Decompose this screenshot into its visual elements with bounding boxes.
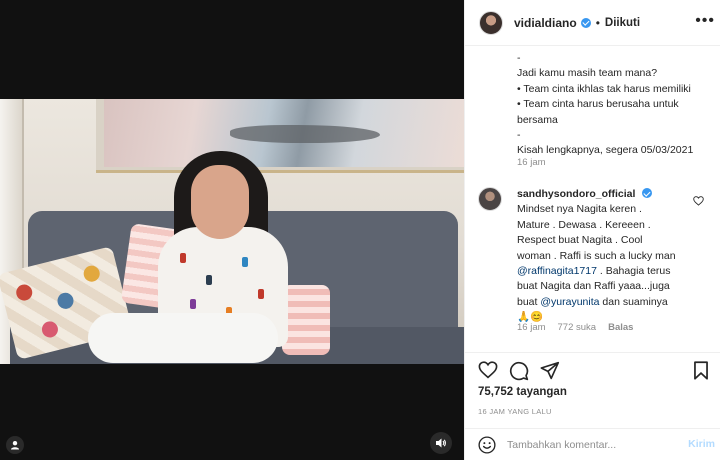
bookmark-icon-glyph [694,361,708,380]
follow-button[interactable]: Diikuti [605,17,640,29]
comment-line: Respect buat Nagita . Cool [517,234,643,247]
pillow-flower [55,291,76,311]
view-count[interactable]: 75,752 tayangan [478,386,567,398]
verified-badge-icon [580,17,591,28]
caption-timestamp[interactable]: 16 jam [517,157,546,168]
comment-icon-glyph [509,361,529,381]
comment-username[interactable]: sandhysondoro_official [517,188,635,200]
comment-body: sandhysondoro_official Mindset nya Nagit… [517,187,693,326]
mention-link[interactable]: @yurayunita [540,296,599,308]
user-icon[interactable] [6,436,24,454]
comment-line: Mature . Dewasa . Kereeen . [517,218,651,231]
verified-badge-icon [642,188,653,198]
comment-text: buat [517,295,541,308]
comment-line: @raffinagita1717 . Bahagia terus [517,264,693,279]
caption-line: • Team cinta harus berusaha untuk [517,98,679,111]
separator-dot: • [595,15,600,30]
emoji-icon-glyph [478,435,496,454]
person-face [191,165,249,239]
heart-outline-icon-glyph [693,196,704,206]
comment-timestamp[interactable]: 16 jam [517,322,546,333]
comment-text: . Bahagia terus [596,265,671,278]
avatar[interactable] [478,187,502,211]
send-button[interactable]: Kirim [688,438,715,450]
avatar[interactable] [479,10,503,35]
reply-button[interactable]: Balas [608,322,633,333]
shirt-print [206,275,212,285]
painting-stroke [230,125,380,143]
comments-area[interactable]: - Jadi kamu masih team mana? • Team cint… [465,47,720,352]
post-timestamp[interactable]: 16 JAM YANG LALU [478,407,552,416]
comment-line: Mindset nya Nagita keren . [517,203,642,216]
more-dots-icon[interactable]: ••• [695,13,715,29]
post-header: vidialdiano • Diikuti ••• [465,0,720,46]
comment-input[interactable] [507,434,683,455]
lap-pillow [88,313,278,363]
pillow-flower [81,263,102,284]
pillow-flower [14,282,34,303]
caption-line: - [517,52,521,64]
media-panel [0,0,464,460]
shirt-print [242,257,248,267]
comment-line: buat @yurayunita dan suaminya [517,295,693,310]
caption-line: - [517,129,521,142]
comment-line: woman . Raffi is such a lucky man [517,249,676,262]
comment-likes[interactable]: 772 suka [558,322,597,333]
comment-meta: 16 jam 772 suka Balas [517,322,633,333]
comment-line: sandhysondoro_official [517,187,693,202]
speaker-icon-glyph [436,438,446,448]
shirt-print [180,253,186,263]
comment-line: buat Nagita dan Raffi yaaa...juga [517,280,670,293]
comment-form: Kirim [465,428,720,460]
caption-line: Jadi kamu masih team mana? [517,67,658,80]
caption-line: Kisah lengkapnya, segera 05/03/2021 [517,144,694,157]
shirt-print [190,299,196,309]
mention-link[interactable]: @raffinagita1717 [517,265,597,277]
post-caption: - Jadi kamu masih team mana? • Team cint… [517,51,713,159]
share-icon-glyph [540,361,560,380]
post-sidebar: vidialdiano • Diikuti ••• - Jadi kamu ma… [464,0,720,460]
post-actions: 75,752 tayangan 16 JAM YANG LALU [465,352,720,428]
share-icon[interactable] [540,361,560,385]
heart-outline-icon[interactable] [693,193,704,211]
speaker-icon[interactable] [430,432,452,454]
pillow-flower [40,319,60,340]
comment-icon[interactable] [509,361,529,386]
striped-pillow [282,285,330,355]
bookmark-icon[interactable] [693,361,709,385]
caption-line: bersama [517,113,558,126]
heart-icon-glyph [478,361,498,379]
shirt-print [258,289,264,299]
emoji-icon[interactable] [478,435,496,454]
heart-icon[interactable] [478,361,498,384]
username[interactable]: vidialdiano [514,16,577,30]
caption-line: • Team cinta ikhlas tak harus memiliki [517,82,691,95]
comment-text: dan suaminya [599,295,668,308]
user-icon-glyph [11,441,19,450]
post-video[interactable] [0,99,464,364]
